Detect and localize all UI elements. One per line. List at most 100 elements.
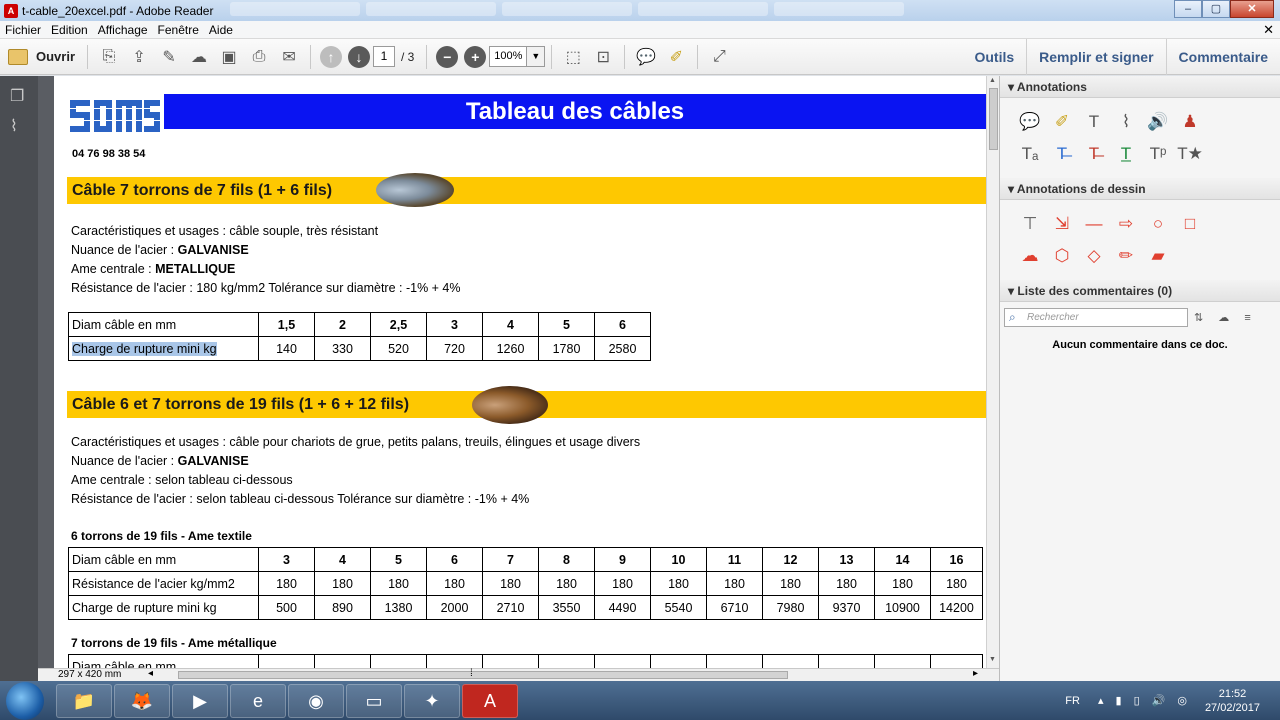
annotations-header[interactable]: ▾ Annotations [1000, 76, 1280, 98]
edit-pdf-icon[interactable]: ✎ [156, 44, 182, 70]
chrome-icon[interactable]: ◉ [288, 684, 344, 718]
clock[interactable]: 21:52 27/02/2017 [1205, 687, 1260, 715]
comment-icon[interactable]: 💬 [633, 44, 659, 70]
scroll-thumb[interactable] [989, 88, 998, 150]
vertical-scrollbar[interactable]: ▲ ▼ [986, 76, 999, 668]
attach-file-icon[interactable]: ⌇ [1110, 106, 1142, 138]
polygon-icon[interactable]: ⬡ [1046, 240, 1078, 272]
fit-width-icon[interactable]: ⊡ [590, 44, 616, 70]
selected-text[interactable]: Charge de rupture mini kg [72, 341, 217, 356]
scroll-left-icon[interactable]: ◂ [148, 668, 153, 679]
callout-icon[interactable]: ⇲ [1046, 208, 1078, 240]
comment-sort-filter-icons[interactable]: ⇅ ☁ ≡ [1194, 311, 1257, 324]
pencil-icon[interactable]: ✏ [1110, 240, 1142, 272]
zoom-out-icon[interactable]: − [436, 45, 459, 68]
scroll-right-icon[interactable]: ▸ [973, 668, 978, 679]
save-icon[interactable]: ▣ [216, 44, 242, 70]
next-page-icon[interactable]: ↓ [348, 45, 371, 68]
strikethrough-icon[interactable]: T̶ [1078, 138, 1110, 170]
system-tray: FR ▴ ▮ ▯ 🔊 ◎ 21:52 27/02/2017 [1065, 681, 1260, 720]
drawing-header[interactable]: ▾ Annotations de dessin [1000, 178, 1280, 200]
cloud-icon[interactable]: ☁ [1014, 240, 1046, 272]
tools-link[interactable]: Outils [962, 39, 1026, 75]
sticky-note-icon[interactable]: 💬 [1014, 106, 1046, 138]
menu-fichier[interactable]: Fichier [0, 23, 46, 37]
minimize-button[interactable]: – [1174, 0, 1202, 18]
connected-lines-icon[interactable]: ◇ [1078, 240, 1110, 272]
highlight-icon[interactable]: ✐ [663, 44, 689, 70]
scroll-down-icon[interactable]: ▼ [989, 656, 996, 663]
network-app-icon[interactable]: ✦ [404, 684, 460, 718]
close-document-icon[interactable]: ✕ [1263, 22, 1274, 38]
show-hidden-icons-icon[interactable]: ▴ [1098, 694, 1104, 707]
window-controls: – ▢ ✕ [1174, 0, 1274, 18]
arrow-icon[interactable]: ⇨ [1110, 208, 1142, 240]
eraser-icon[interactable]: ▰ [1142, 240, 1174, 272]
table-cell: 1780 [538, 336, 595, 361]
print-icon[interactable]: ⎙ [246, 44, 272, 70]
oval-icon[interactable]: ○ [1142, 208, 1174, 240]
email-icon[interactable]: ✉ [276, 44, 302, 70]
fullscreen-icon[interactable]: ⤢ [706, 44, 732, 70]
table-cell: 890 [314, 595, 371, 620]
page-thumbnails-icon[interactable]: ❐ [10, 86, 28, 106]
section2-ame: Ame centrale : selon tableau ci-dessous [71, 473, 293, 487]
attachments-icon[interactable]: ⌇ [10, 116, 28, 136]
replace-text-icon[interactable]: T̶ [1046, 138, 1078, 170]
insert-text-icon[interactable]: Tₐ [1014, 138, 1046, 170]
maximize-button[interactable]: ▢ [1202, 0, 1230, 18]
company-logo [70, 98, 160, 134]
table-row-label[interactable]: Charge de rupture mini kg [68, 336, 259, 361]
export-pdf-icon[interactable]: ⇪ [126, 44, 152, 70]
media-player-icon[interactable]: ▶ [172, 684, 228, 718]
text-callout-icon[interactable]: T★ [1174, 138, 1206, 170]
text-comment-icon[interactable]: Tᵖ [1142, 138, 1174, 170]
comment-link[interactable]: Commentaire [1165, 39, 1280, 75]
menu-affichage[interactable]: Affichage [93, 23, 153, 37]
zoom-dropdown-icon[interactable]: ▼ [527, 46, 546, 67]
comments-search-input[interactable]: ⌕ Rechercher [1004, 308, 1188, 327]
highlight-text-icon[interactable]: ✐ [1046, 106, 1078, 138]
add-text-icon[interactable]: T [1078, 106, 1110, 138]
menu-aide[interactable]: Aide [204, 23, 238, 37]
comments-list-header[interactable]: ▾ Liste des commentaires (0) [1000, 280, 1280, 302]
rectangle-icon[interactable]: □ [1174, 208, 1206, 240]
line-icon[interactable]: — [1078, 208, 1110, 240]
file-explorer-icon[interactable]: 📁 [56, 684, 112, 718]
menu-edition[interactable]: Edition [46, 23, 93, 37]
text-box-icon[interactable]: ⊤ [1014, 208, 1046, 240]
previous-page-icon[interactable]: ↑ [320, 45, 343, 68]
fit-page-icon[interactable]: ⬚ [560, 44, 586, 70]
scroll-up-icon[interactable]: ▲ [989, 77, 996, 84]
adobe-reader-icon: A [4, 3, 18, 18]
horizontal-scroll-thumb[interactable] [178, 671, 788, 679]
close-button[interactable]: ✕ [1230, 0, 1274, 18]
cable-6x19-image [472, 386, 548, 424]
internet-explorer-icon[interactable]: e [230, 684, 286, 718]
table-cell: 180 [650, 571, 707, 596]
underline-icon[interactable]: T̲ [1110, 138, 1142, 170]
table-cell: 2580 [594, 336, 651, 361]
page-number-input[interactable]: 1 [373, 46, 396, 67]
record-audio-icon[interactable]: 🔊 [1142, 106, 1174, 138]
table-cell: 140 [258, 336, 315, 361]
firefox-icon[interactable]: 🦊 [114, 684, 170, 718]
volume-icon[interactable]: 🔊 [1152, 694, 1166, 707]
cloud-upload-icon[interactable]: ☁ [186, 44, 212, 70]
menu-fenetre[interactable]: Fenêtre [153, 23, 204, 37]
stamp-icon[interactable]: ♟ [1174, 106, 1206, 138]
language-indicator[interactable]: FR [1065, 695, 1080, 707]
zoom-in-icon[interactable]: + [464, 45, 487, 68]
zoom-level-input[interactable]: 100% [489, 46, 528, 67]
app-tray-icon[interactable]: ◎ [1177, 694, 1187, 707]
network-signal-icon[interactable]: ▮ [1116, 694, 1122, 707]
create-pdf-icon[interactable]: ⎘ [96, 44, 122, 70]
start-button[interactable] [6, 682, 44, 720]
adobe-reader-taskbar-icon[interactable]: A [462, 684, 518, 718]
display-app-icon[interactable]: ▭ [346, 684, 402, 718]
battery-icon[interactable]: ▯ [1134, 694, 1140, 707]
open-button[interactable]: Ouvrir [0, 48, 81, 65]
table-cell: 9370 [818, 595, 875, 620]
fill-sign-link[interactable]: Remplir et signer [1026, 39, 1165, 75]
table-cell: 1,5 [258, 312, 315, 337]
